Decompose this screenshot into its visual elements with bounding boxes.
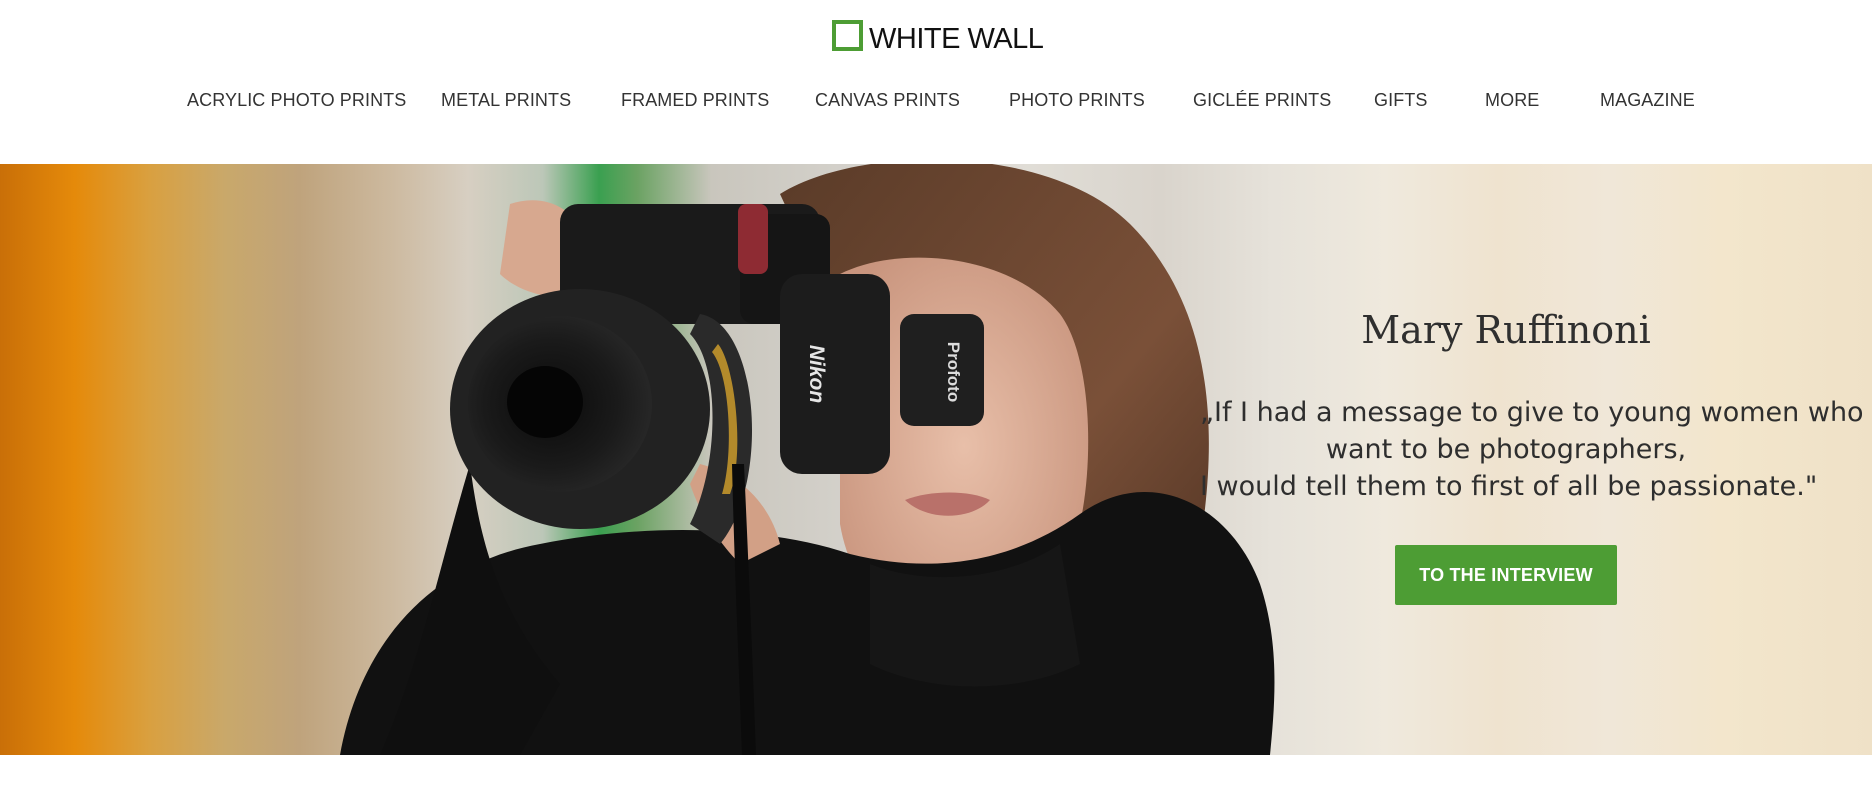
hero-quote-line: „If I had a message to give to young wom… [1200, 397, 1864, 428]
hero-copy: Mary Ruffinoni „If I had a message to gi… [1200, 308, 1864, 605]
logo-text: WHITE WALL [869, 22, 1044, 55]
logo[interactable]: WHITE WALL [832, 14, 1044, 56]
flash-brand-label: Profoto [944, 342, 963, 402]
hero-quote-line: I would tell them to first of all be pas… [1200, 471, 1818, 502]
hero-quote-line: want to be photographers, [1325, 434, 1687, 465]
nav-item-canvas-prints[interactable]: CANVAS PRINTS [815, 90, 960, 111]
site-header: WHITE WALL ACRYLIC PHOTO PRINTS METAL PR… [0, 0, 1872, 164]
hero-name: Mary Ruffinoni [1361, 308, 1651, 352]
main-nav: ACRYLIC PHOTO PRINTS METAL PRINTS FRAMED… [0, 90, 1872, 122]
hero-banner: Profoto Nikon Mary Ruffinoni „If I had a… [0, 164, 1872, 755]
hero-quote: „If I had a message to give to young wom… [1200, 394, 1864, 505]
nav-item-giclee-prints[interactable]: GICLÉE PRINTS [1193, 90, 1331, 111]
logo-square-icon [832, 19, 863, 51]
page: WHITE WALL ACRYLIC PHOTO PRINTS METAL PR… [0, 0, 1872, 808]
nav-item-acrylic-photo-prints[interactable]: ACRYLIC PHOTO PRINTS [187, 90, 406, 111]
nav-item-magazine[interactable]: MAGAZINE [1600, 90, 1695, 111]
nav-item-more[interactable]: MORE [1485, 90, 1539, 111]
nav-item-metal-prints[interactable]: METAL PRINTS [441, 90, 571, 111]
nav-item-photo-prints[interactable]: PHOTO PRINTS [1009, 90, 1145, 111]
nav-item-framed-prints[interactable]: FRAMED PRINTS [621, 90, 769, 111]
to-the-interview-button[interactable]: TO THE INTERVIEW [1395, 545, 1617, 605]
nav-item-gifts[interactable]: GIFTS [1374, 90, 1428, 111]
camera-brand-label: Nikon [805, 345, 828, 403]
